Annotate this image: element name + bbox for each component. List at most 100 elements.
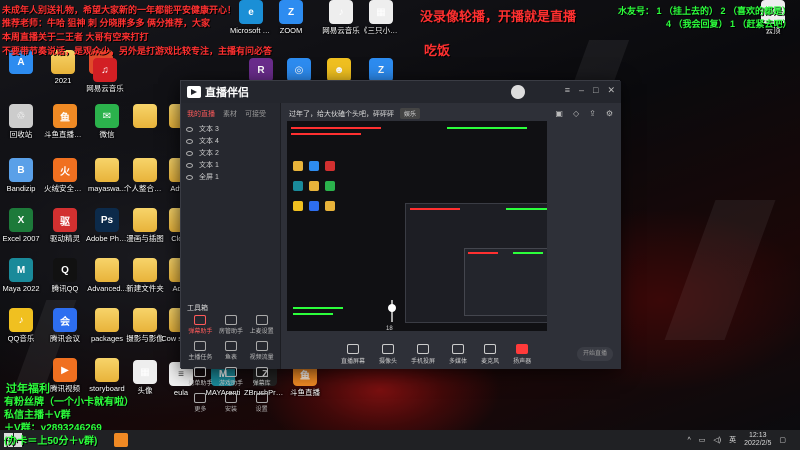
desktop-icon[interactable]: Ps Adobe Photosh...	[86, 208, 128, 254]
source-button[interactable]: 扬声器	[513, 343, 531, 365]
toolbox-item[interactable]: 弹幕助手	[185, 315, 216, 335]
toolbox-item-label: 视频流量	[249, 355, 274, 361]
scene-item[interactable]: 文本 4	[181, 135, 280, 147]
toolbox-item[interactable]: 主播任务	[185, 341, 216, 361]
desktop-icon-image: M	[9, 258, 33, 282]
desktop-icon[interactable]: Q 腾讯QQ	[44, 258, 86, 304]
toolbox-item-label: 房管助手	[218, 329, 243, 335]
app-title-bar[interactable]: 直播伴侣 ≡ – □ ✕	[181, 81, 621, 103]
category-tag[interactable]: 娱乐	[399, 108, 420, 119]
desktop-icon[interactable]: Z ZOOM	[270, 0, 312, 46]
desktop-icon-image: R	[249, 58, 273, 82]
desktop-icon[interactable]: ▦ 《三只小猫》图片	[360, 0, 402, 46]
desktop-icon-label: 驱动精灵	[50, 234, 80, 243]
live-companion-window[interactable]: 直播伴侣 ≡ – □ ✕ 我的直播 素材 可接受 文本 3 文本 4 文本 2 文本 …	[180, 80, 621, 413]
toolbox-item[interactable]: 鱼表	[216, 341, 247, 361]
toolbox-item[interactable]: 房管助手	[216, 315, 247, 335]
source-button[interactable]: 多媒体	[449, 343, 468, 365]
desktop-icon[interactable]: mayaswa...	[86, 158, 128, 204]
scene-item[interactable]: 全屏 1	[181, 171, 280, 183]
toolbox-item[interactable]: 游戏助手	[216, 367, 247, 387]
toolbox-item[interactable]: 设置	[246, 393, 277, 413]
settings-icon[interactable]: ⚙	[606, 109, 613, 118]
desktop-icon-image	[133, 308, 157, 332]
tab-accept[interactable]: 可接受	[245, 109, 266, 119]
toolbox-item[interactable]: 安装	[216, 393, 247, 413]
clock[interactable]: 12:13 2022/2/5	[744, 432, 771, 448]
desktop-icon[interactable]: e Microsoft Edge	[230, 0, 272, 46]
menu-icon[interactable]: ≡	[565, 85, 570, 96]
close-icon[interactable]: ✕	[607, 85, 615, 96]
minimize-icon[interactable]: –	[579, 85, 584, 96]
preview-overlay-green	[513, 252, 543, 254]
scene-item[interactable]: 文本 1	[181, 159, 280, 171]
desktop-icon[interactable]: ♪ QQ音乐	[0, 308, 42, 354]
tab-assets[interactable]: 素材	[223, 109, 237, 119]
system-tray: ^ ▭ ◁) 英 12:13 2022/2/5 ▢	[687, 432, 786, 448]
desktop-icon[interactable]: 会腾讯会议	[44, 308, 86, 354]
scene-item[interactable]: 文本 2	[181, 147, 280, 159]
desktop-icon-image: Z	[369, 58, 393, 82]
chat-icon[interactable]: ◇	[573, 109, 579, 118]
overlay-line-4: 不要带节奏说话，是观众少，另外是打游戏比较专注，主播有问必答	[2, 46, 273, 56]
desktop-icon[interactable]: B Bandizip	[0, 158, 42, 204]
desktop-icon[interactable]: ✉ 微信	[86, 104, 128, 150]
source-button[interactable]: 麦克风	[481, 343, 499, 365]
desktop-icon[interactable]: ♲ 回收站	[0, 104, 42, 150]
source-button[interactable]: 手机投屏	[411, 343, 436, 365]
desktop-icon-label: 腾讯会议	[50, 334, 80, 343]
toolbox-item-label: 设置	[255, 407, 268, 413]
taskbar-app-douyu-icon[interactable]	[114, 433, 128, 447]
source-button-label: 手机投屏	[411, 358, 436, 365]
desktop-icon[interactable]: packages	[86, 308, 128, 354]
toolbox-item[interactable]: 弹幕库	[246, 367, 277, 387]
toolbox-item-label: 安装	[224, 407, 237, 413]
source-button[interactable]: 摄像头	[379, 343, 398, 365]
desktop-icon-label: 《三只小猫》图片	[360, 26, 402, 35]
stream-preview[interactable]	[287, 121, 547, 331]
share-icon[interactable]: ⇪	[589, 109, 596, 118]
desktop-icon-image: ▦	[369, 0, 393, 24]
desktop-icon-label: ZOOM	[279, 26, 303, 35]
eye-icon[interactable]	[186, 126, 193, 132]
user-avatar[interactable]	[511, 85, 525, 99]
toolbox-title: 工具箱	[187, 305, 208, 312]
source-button-icon	[516, 343, 529, 354]
desktop-icon[interactable]: ♪ 网易云音乐	[320, 0, 362, 46]
eye-icon[interactable]	[186, 150, 193, 156]
desktop-icon[interactable]: 驱驱动精灵	[44, 208, 86, 254]
notification-icon[interactable]: ▢	[779, 436, 786, 444]
desktop-icon[interactable]: 鱼斗鱼直播伴侣	[44, 104, 86, 150]
scene-list: 文本 3 文本 4 文本 2 文本 1 全屏 1	[181, 123, 280, 183]
source-button-label: 多媒体	[449, 358, 468, 365]
desktop-icon[interactable]: X Excel 2007	[0, 208, 42, 254]
input-language[interactable]: 英	[729, 435, 736, 445]
toolbox-item-icon	[194, 315, 207, 325]
maximize-icon[interactable]: □	[593, 85, 598, 96]
desktop-icon[interactable]: Advanced...	[86, 258, 128, 304]
gift-icon[interactable]: ▣	[555, 109, 563, 118]
toolbox-item[interactable]: 更多	[185, 393, 216, 413]
scene-item-label: 全屏 1	[199, 174, 219, 181]
eye-icon[interactable]	[186, 138, 193, 144]
eye-icon[interactable]	[186, 162, 193, 168]
volume-slider-knob[interactable]	[388, 304, 396, 312]
toolbox-item[interactable]: 榜单助手	[185, 367, 216, 387]
tray-chevron-icon[interactable]: ^	[687, 437, 690, 444]
toolbox-item[interactable]: 视频流量	[246, 341, 277, 361]
desktop-icon[interactable]: ♫ 网易云音乐	[84, 58, 126, 104]
toolbox-item[interactable]: 上麦设置	[246, 315, 277, 335]
scene-item[interactable]: 文本 3	[181, 123, 280, 135]
speaker-icon[interactable]: ◁)	[713, 436, 721, 444]
network-icon[interactable]: ▭	[699, 436, 706, 444]
desktop-icon[interactable]: 火火绒安全软件	[44, 158, 86, 204]
desktop-icon-label: 2021	[54, 76, 72, 85]
eye-icon[interactable]	[186, 174, 193, 180]
source-button[interactable]: 直播屏幕	[341, 343, 365, 365]
desktop-icon[interactable]: M Maya 2022	[0, 258, 42, 304]
source-button-label: 摄像头	[379, 358, 398, 365]
tab-my-live[interactable]: 我的直播	[187, 109, 215, 119]
source-button-icon	[382, 343, 395, 354]
desktop-icon-image: ♪	[9, 308, 33, 332]
start-live-button[interactable]: 开始直播	[577, 347, 613, 361]
